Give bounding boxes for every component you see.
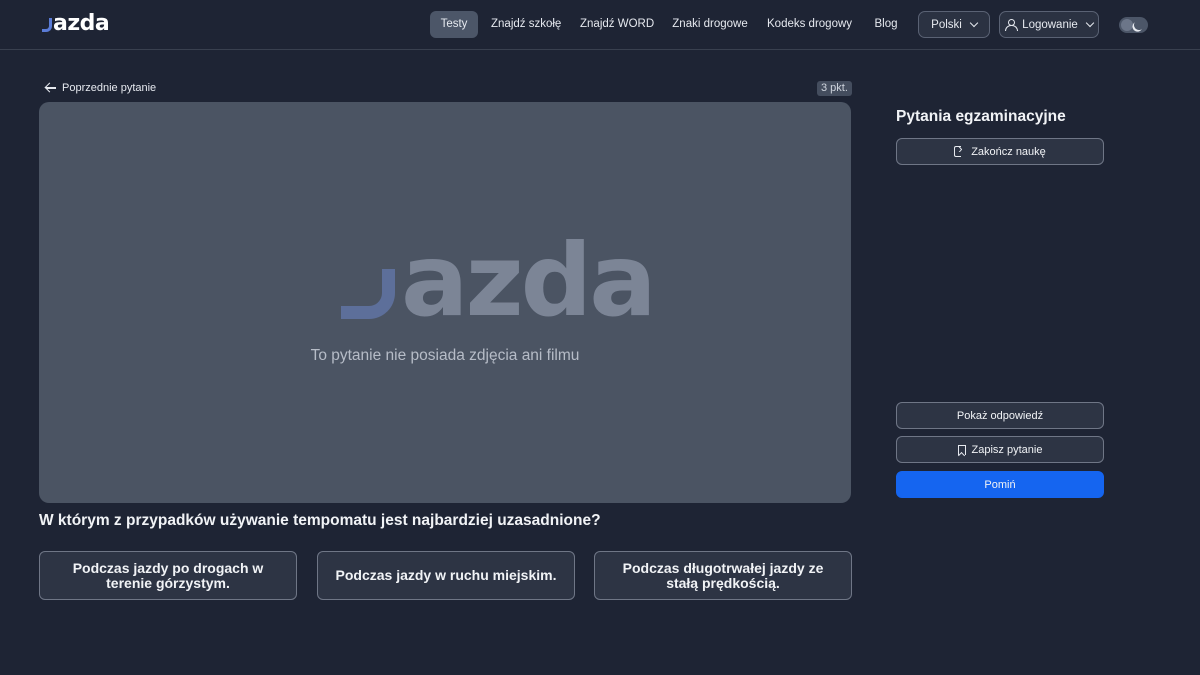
answer-option-3[interactable]: Podczas długotrwałej jazdy ze stałą pręd…	[594, 551, 852, 600]
nav-item-kodeks-drogowy[interactable]: Kodeks drogowy	[767, 11, 852, 38]
logo-j-mark	[341, 269, 395, 319]
media-logo-text: azda	[401, 222, 657, 339]
show-answer-button[interactable]: Pokaż odpowiedź	[896, 402, 1104, 429]
end-learning-button[interactable]: Zakończ naukę	[896, 138, 1104, 165]
language-label: Polski	[931, 18, 962, 31]
save-question-label: Zapisz pytanie	[971, 443, 1043, 456]
nav-item-blog[interactable]: Blog	[871, 11, 901, 38]
top-header: azda Testy Znajdź szkołę Znajdź WORD Zna…	[0, 0, 1200, 50]
sidebar-title: Pytania egzaminacyjne	[896, 108, 1066, 125]
media-logo: azda	[341, 222, 657, 339]
previous-question-link[interactable]: Poprzednie pytanie	[45, 80, 156, 96]
skip-label: Pomiń	[984, 478, 1016, 491]
language-select[interactable]: Polski	[918, 11, 990, 38]
points-badge: 3 pkt.	[817, 81, 852, 96]
media-placeholder-text: To pytanie nie posiada zdjęcia ani filmu	[310, 347, 580, 364]
arrow-left-icon	[45, 83, 56, 93]
theme-toggle[interactable]	[1119, 17, 1148, 33]
chevron-down-icon	[969, 18, 979, 28]
answer-option-1[interactable]: Podczas jazdy po drogach w terenie górzy…	[39, 551, 297, 600]
logo-text: azda	[53, 10, 110, 36]
site-logo[interactable]: azda	[42, 10, 110, 36]
exit-icon	[954, 141, 965, 157]
login-dropdown[interactable]: Logowanie	[999, 11, 1099, 38]
login-label: Logowanie	[1022, 18, 1078, 31]
show-answer-label: Pokaż odpowiedź	[956, 409, 1044, 422]
nav-item-znajdz-szkole[interactable]: Znajdź szkołę	[491, 11, 561, 38]
nav-item-testy[interactable]: Testy	[430, 11, 478, 38]
question-text: W którym z przypadków używanie tempomatu…	[39, 512, 601, 529]
nav-item-znajdz-word[interactable]: Znajdź WORD	[580, 11, 654, 38]
previous-question-label: Poprzednie pytanie	[62, 82, 157, 94]
end-learning-label: Zakończ naukę	[971, 145, 1046, 158]
chevron-down-icon	[1085, 18, 1095, 28]
user-icon	[1005, 19, 1019, 31]
question-media-placeholder: azda To pytanie nie posiada zdjęcia ani …	[39, 102, 851, 503]
toggle-knob	[1121, 19, 1133, 31]
save-question-button[interactable]: Zapisz pytanie	[896, 436, 1104, 463]
moon-icon	[1133, 19, 1146, 32]
skip-button[interactable]: Pomiń	[896, 471, 1104, 498]
answer-option-2[interactable]: Podczas jazdy w ruchu miejskim.	[317, 551, 575, 600]
bookmark-icon	[957, 444, 966, 455]
nav-item-znaki-drogowe[interactable]: Znaki drogowe	[672, 11, 748, 38]
logo-j-mark	[42, 18, 52, 32]
